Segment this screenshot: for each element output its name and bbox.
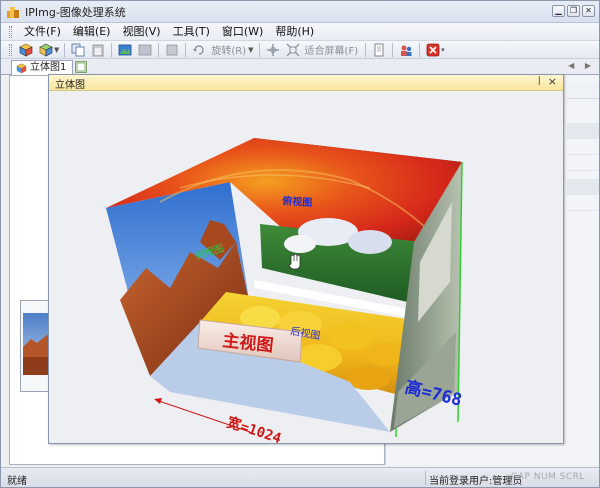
exit-button[interactable] <box>425 42 441 58</box>
cube-icon <box>16 63 27 74</box>
toolbar-separator <box>258 42 260 57</box>
new-cube-button[interactable] <box>38 42 54 58</box>
window-controls: ▁ ❐ ✕ <box>552 5 595 17</box>
export-icon <box>166 44 178 55</box>
toolbar-separator <box>365 42 367 57</box>
minimize-button[interactable]: ▁ <box>552 5 565 17</box>
toolbar-separator <box>64 42 66 57</box>
status-ready: 就绪 <box>7 476 27 487</box>
copy-button[interactable] <box>70 42 86 58</box>
paste-icon <box>92 44 104 56</box>
menu-file[interactable]: 文件(F) <box>18 24 67 40</box>
toolbar-separator <box>158 42 160 57</box>
pin-icon[interactable]: ❘ <box>535 76 543 86</box>
fit-screen-button[interactable] <box>285 42 301 58</box>
cube-colored-icon <box>39 43 53 56</box>
tab-scroll-arrows-icon[interactable]: ◀ ▶ <box>568 61 595 70</box>
image-gray-button[interactable] <box>137 42 153 58</box>
close-button[interactable]: ✕ <box>582 5 595 17</box>
rotate-icon <box>193 44 205 55</box>
export-button[interactable] <box>164 42 180 58</box>
fit-screen-label[interactable]: 适合屏幕(F) <box>305 42 359 57</box>
menu-edit[interactable]: 编辑(E) <box>67 24 117 40</box>
move-icon <box>266 43 279 56</box>
app-window: IPImg-图像处理系统 ▁ ❐ ✕ 文件(F) 编辑(E) 视图(V) 工具(… <box>0 0 600 488</box>
image-icon <box>118 44 132 55</box>
cube-icon <box>19 43 33 56</box>
menu-grip[interactable] <box>9 25 12 38</box>
document-tabstrip: 立体图1 ◀ ▶ <box>1 59 599 75</box>
status-separator <box>425 471 426 485</box>
status-bar: 就绪 当前登录用户:管理员 CAP NUM SCRL <box>1 467 599 487</box>
image-disabled-icon <box>138 44 152 55</box>
toolbar-separator <box>111 42 113 57</box>
right-panel-header <box>567 83 599 99</box>
rotate-label[interactable]: 旋转(R) <box>211 42 246 57</box>
right-panel-row[interactable] <box>567 179 599 195</box>
right-panel-row[interactable] <box>567 139 599 155</box>
cube-view-panel-header[interactable]: 立体图 ❘ × <box>49 75 563 91</box>
window-title: IPImg-图像处理系统 <box>25 5 126 19</box>
panel-close-icon[interactable]: × <box>548 75 557 88</box>
tab-label: 立体图1 <box>30 62 67 73</box>
toolbar-separator <box>185 42 187 57</box>
cube-scene[interactable]: 主视图 侧视图 俯视图 后视图 高=768 宽=1024 <box>50 92 562 447</box>
tab-cube-view-1[interactable]: 立体图1 <box>11 60 74 75</box>
right-panel-row[interactable] <box>567 195 599 211</box>
new-tab-button[interactable] <box>75 61 87 73</box>
toolbar-overflow-icon[interactable]: ▾ <box>441 46 445 54</box>
dropdown-arrow-icon[interactable]: ▼ <box>54 46 59 54</box>
page-button[interactable] <box>371 42 387 58</box>
status-user: 当前登录用户:管理员 <box>429 476 523 487</box>
restore-button[interactable]: ❐ <box>567 5 580 17</box>
app-icon <box>7 6 19 18</box>
toolbar-separator <box>419 42 421 57</box>
right-panel-row[interactable] <box>567 123 599 139</box>
menu-view[interactable]: 视图(V) <box>116 24 166 40</box>
menu-window[interactable]: 窗口(W) <box>216 24 269 40</box>
toolbar-separator <box>392 42 394 57</box>
users-button[interactable] <box>398 42 414 58</box>
move-button[interactable] <box>265 42 281 58</box>
menu-help[interactable]: 帮助(H) <box>269 24 320 40</box>
panel-title: 立体图 <box>55 80 85 91</box>
status-key-indicators: CAP NUM SCRL <box>511 472 585 482</box>
image-button[interactable] <box>117 42 133 58</box>
open-cube-button[interactable] <box>18 42 34 58</box>
exit-icon <box>426 43 440 56</box>
cube-view-panel: 立体图 ❘ × 主视图 侧视图 俯视图 后视图 高=768 宽=1024 <box>48 74 564 447</box>
page-icon <box>374 43 384 56</box>
fit-screen-icon <box>286 43 300 56</box>
toolbar-grip[interactable] <box>9 43 12 56</box>
users-icon <box>401 45 412 56</box>
right-panel-row[interactable] <box>567 155 599 171</box>
title-bar: IPImg-图像处理系统 ▁ ❐ ✕ <box>1 1 599 23</box>
rotate-dropdown-icon[interactable]: ▼ <box>248 46 253 54</box>
menu-bar: 文件(F) 编辑(E) 视图(V) 工具(T) 窗口(W) 帮助(H) <box>1 23 599 41</box>
toolbar: ▼ 旋转(R) ▼ 适合屏幕(F) ▾ <box>1 41 599 59</box>
copy-icon <box>71 43 85 56</box>
paste-button[interactable] <box>90 42 106 58</box>
cube-canvas[interactable]: 主视图 侧视图 俯视图 后视图 高=768 宽=1024 <box>50 92 562 447</box>
menu-tools[interactable]: 工具(T) <box>167 24 216 40</box>
width-dimension-label: 宽=1024 <box>225 414 284 443</box>
rotate-button[interactable] <box>191 42 207 58</box>
new-tab-icon <box>76 62 86 72</box>
